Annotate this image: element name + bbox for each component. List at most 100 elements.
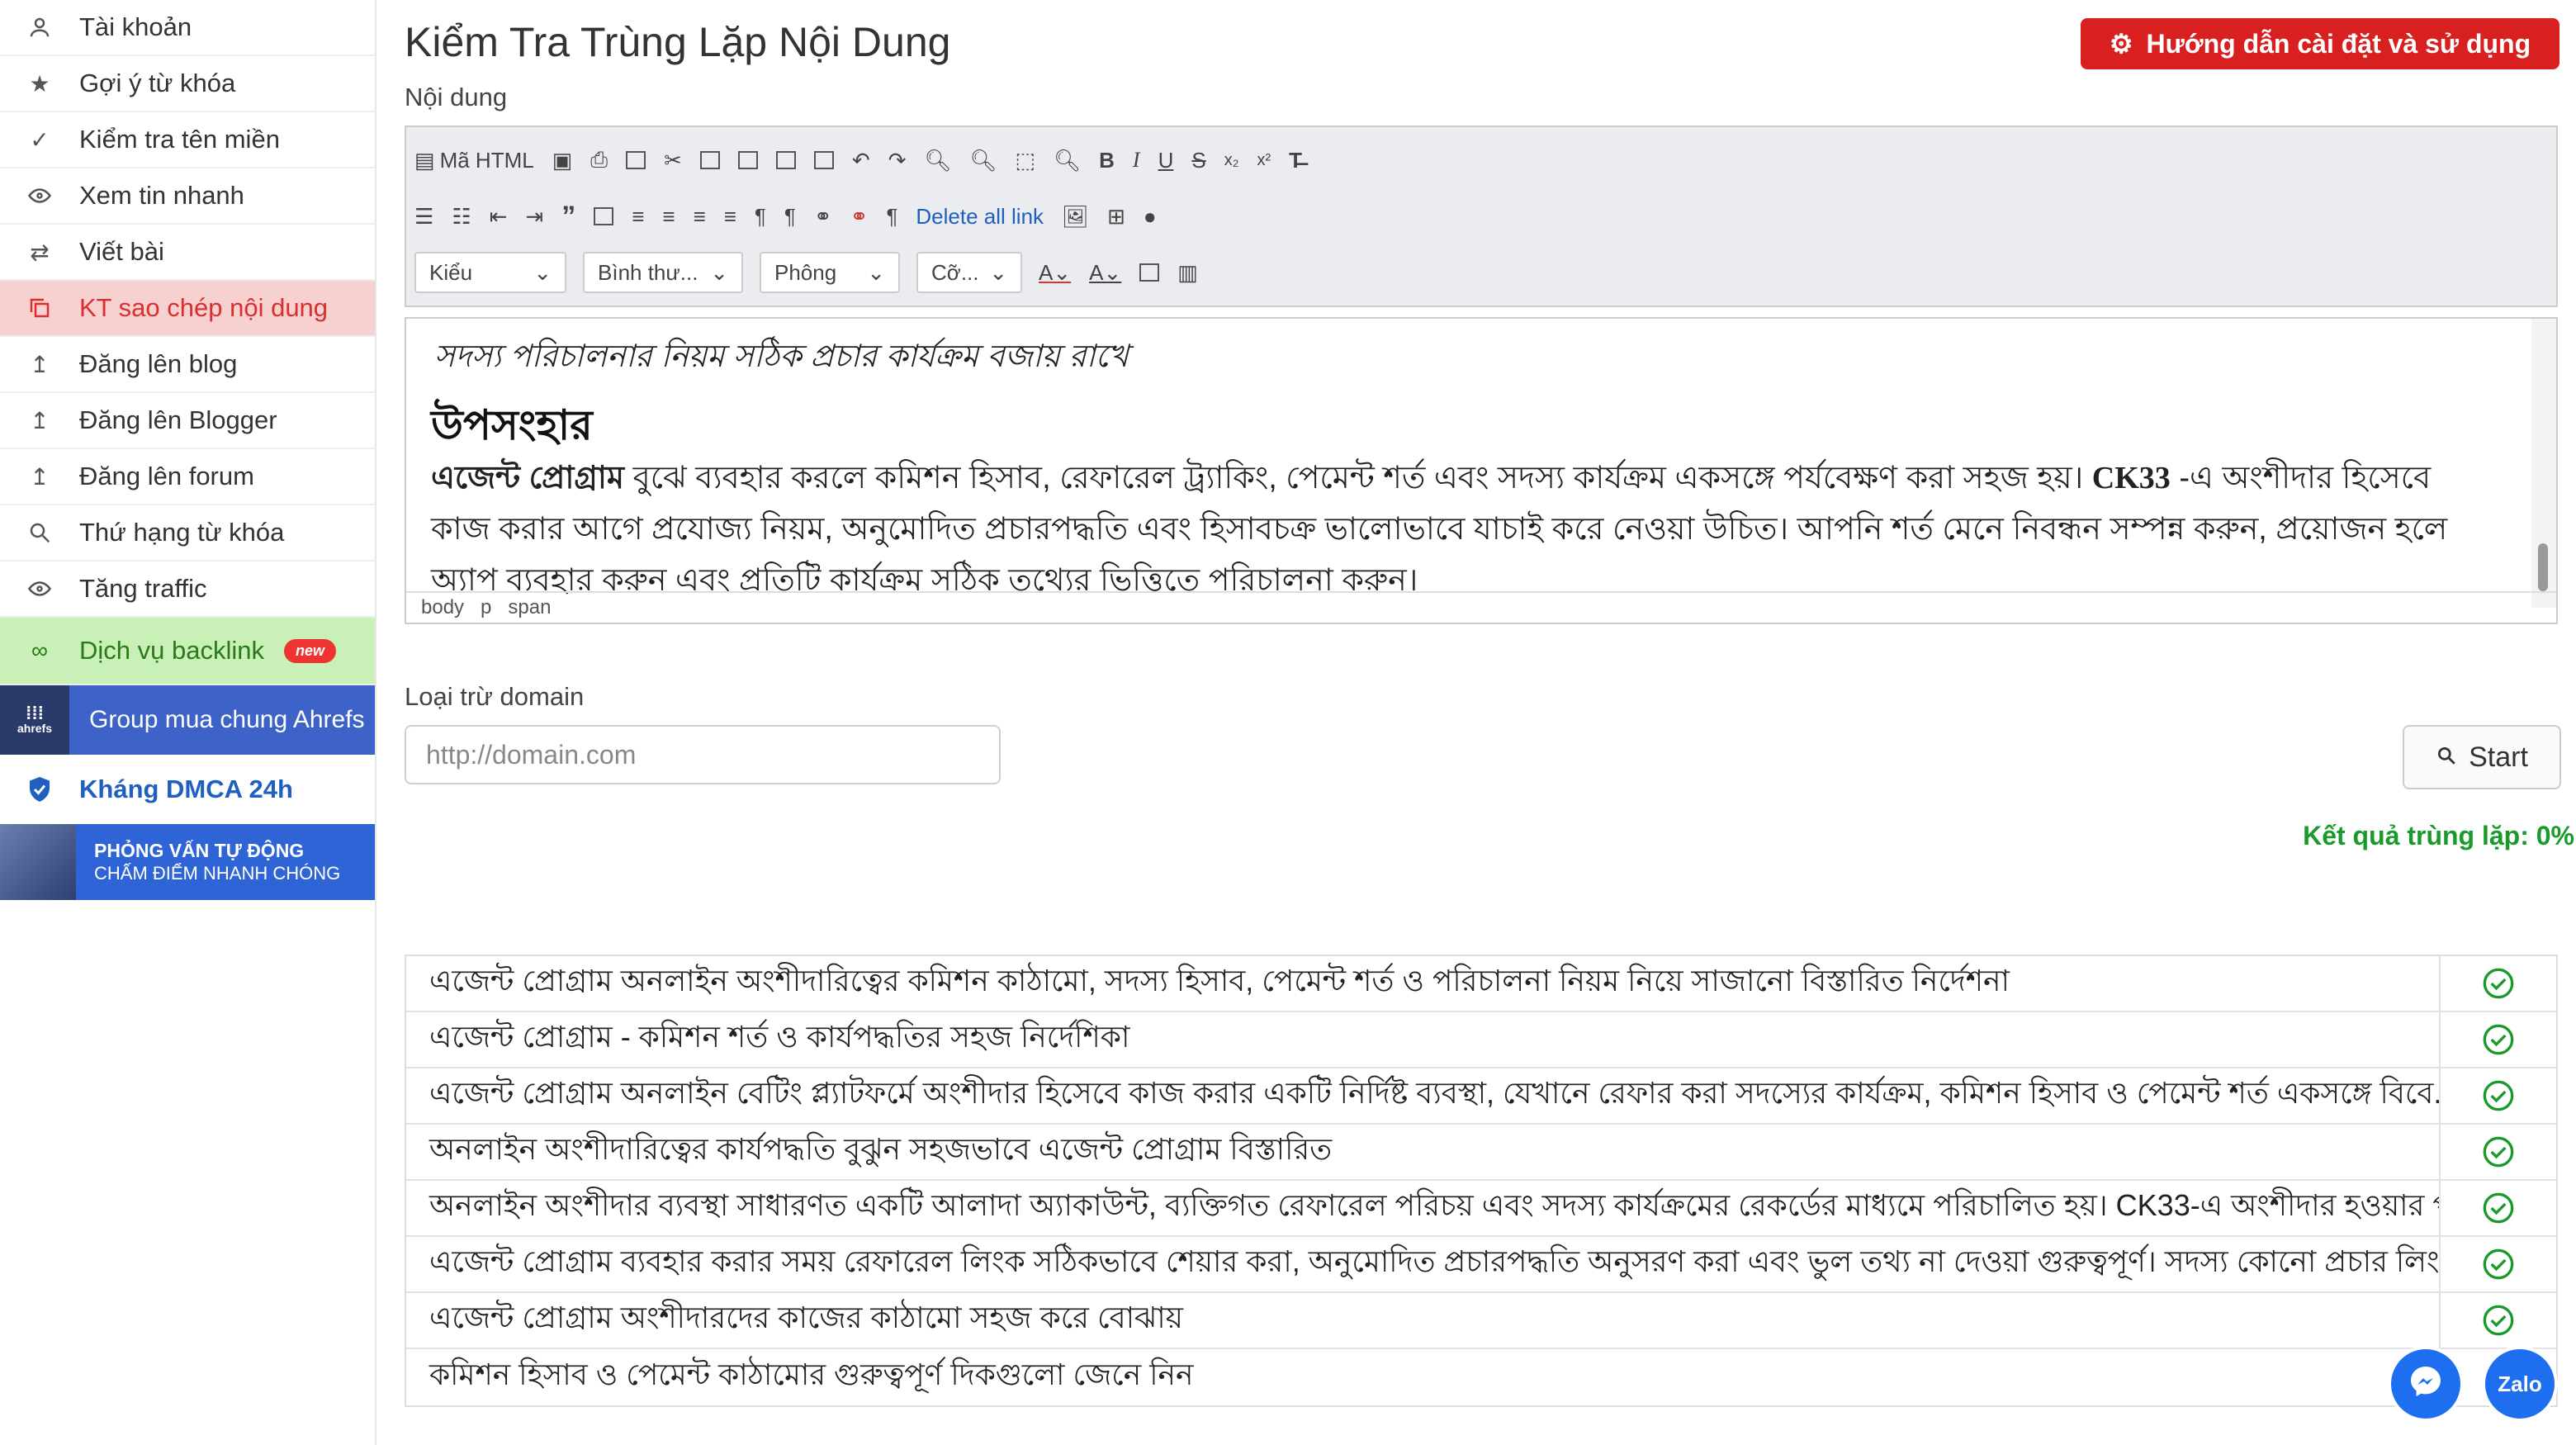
sidebar-item-post-blog[interactable]: ↥ Đăng lên blog [0, 337, 375, 393]
style-select[interactable]: Kiểu ⌄ [414, 252, 566, 293]
table-row[interactable]: এজেন্ট প্রোগ্রাম - কমিশন শর্ত ও কার্যপদ্… [406, 1012, 2556, 1068]
table-row[interactable]: এজেন্ট প্রোগ্রাম ব্যবহার করার সময় রেফার… [406, 1237, 2556, 1293]
sidebar-item-backlink[interactable]: ∞ Dịch vụ backlink new [0, 618, 375, 685]
italic-button[interactable]: I [1133, 148, 1140, 173]
source-button[interactable]: ▤ Mã HTML [414, 148, 534, 173]
sidebar-ahrefs-group[interactable]: ⁞⁞⁞ ahrefs Group mua chung Ahrefs [0, 685, 375, 755]
banner-line1: PHỎNG VẤN TỰ ĐỘNG [94, 840, 305, 861]
sidebar-item-quick-news[interactable]: Xem tin nhanh [0, 168, 375, 225]
guide-button[interactable]: ⚙ Hướng dẫn cài đặt và sử dụng [2081, 18, 2559, 69]
align-left-icon[interactable]: ≡ [632, 204, 644, 230]
spellcheck-icon[interactable]: 🔍︎ [1054, 148, 1081, 173]
table-icon[interactable]: ⊞ [1107, 204, 1125, 230]
sidebar-item-write-post[interactable]: ⇄ Viết bài [0, 225, 375, 281]
align-right-icon[interactable]: ≡ [694, 204, 706, 230]
find-icon[interactable]: 🔍︎ [924, 148, 951, 173]
scrollbar-thumb[interactable] [2538, 543, 2548, 591]
outdent-icon[interactable]: ⇤ [490, 204, 508, 230]
result-text: অনলাইন অংশীদার ব্যবস্থা সাধারণত একটি আলা… [429, 1188, 2439, 1222]
check-circle-icon [2439, 1237, 2556, 1291]
sidebar-item-keyword-suggest[interactable]: ★ Gợi ý từ khóa [0, 56, 375, 112]
star-icon: ★ [29, 70, 50, 97]
bg-color-icon[interactable]: A⌄ [1089, 260, 1121, 286]
delete-all-link-button[interactable]: Delete all link [916, 204, 1044, 230]
ltr-icon[interactable]: ¶ [755, 204, 766, 230]
div-button[interactable] [594, 207, 614, 225]
start-button[interactable]: Start [2403, 725, 2561, 789]
undo-icon[interactable]: ↶ [852, 148, 870, 173]
cut-icon[interactable]: ✂ [664, 148, 682, 173]
info-icon[interactable]: ● [1144, 204, 1157, 230]
size-select[interactable]: Cỡ... ⌄ [916, 252, 1022, 293]
anchor-icon[interactable]: ¶ [886, 204, 897, 230]
table-row[interactable]: এজেন্ট প্রোগ্রাম অনলাইন বেটিং প্ল্যাটফর্… [406, 1068, 2556, 1125]
path-p[interactable]: p [481, 596, 491, 619]
messenger-button[interactable] [2388, 1346, 2464, 1422]
sidebar-item-traffic[interactable]: Tăng traffic [0, 561, 375, 618]
result-text: এজেন্ট প্রোগ্রাম অংশীদারদের কাজের কাঠামো… [429, 1300, 1183, 1334]
path-body[interactable]: body [421, 596, 464, 619]
zalo-button[interactable]: Zalo [2482, 1346, 2558, 1422]
editor-scrollbar[interactable] [2531, 319, 2556, 608]
path-span[interactable]: span [508, 596, 551, 619]
paste-text-button[interactable] [775, 151, 796, 169]
bullet-list-icon[interactable]: ☷ [452, 204, 471, 230]
rtl-icon[interactable]: ¶ [784, 204, 796, 230]
content-editor[interactable]: সদস্য পরিচালনার নিয়ম সঠিক প্রচার কার্যক… [405, 317, 2558, 624]
template-button[interactable] [626, 151, 646, 169]
document-icon: ▤ [414, 147, 435, 173]
strike-button[interactable]: S [1191, 148, 1205, 173]
clear-format-icon[interactable]: T̶ [1289, 148, 1302, 173]
indent-icon[interactable]: ⇥ [525, 204, 543, 230]
upload-icon: ↥ [30, 463, 50, 490]
blockquote-icon[interactable]: ” [561, 201, 575, 233]
print-button[interactable]: ⎙ [590, 147, 608, 173]
bold-button[interactable]: B [1099, 148, 1115, 173]
format-select[interactable]: Bình thư... ⌄ [583, 252, 743, 293]
result-text: কমিশন হিসাব ও পেমেন্ট কাঠামোর গুরুত্বপূর… [429, 1357, 1194, 1391]
link-icon[interactable]: ⚭ [814, 204, 832, 230]
exclude-domain-input[interactable] [405, 725, 1001, 784]
sidebar-item-post-blogger[interactable]: ↥ Đăng lên Blogger [0, 393, 375, 449]
show-blocks-icon[interactable]: ▥ [1177, 260, 1198, 286]
align-justify-icon[interactable]: ≡ [724, 204, 736, 230]
content-label: Nội dung [405, 83, 508, 111]
font-select-value: Phông [774, 259, 837, 285]
select-all-icon[interactable]: ⬚ [1016, 148, 1036, 173]
table-row[interactable]: অনলাইন অংশীদারিত্বের কার্যপদ্ধতি বুঝুন স… [406, 1125, 2556, 1181]
redo-icon[interactable]: ↷ [888, 148, 907, 173]
superscript-button[interactable]: x² [1257, 151, 1271, 170]
numbered-list-icon[interactable]: ☰ [414, 204, 433, 230]
maximize-button[interactable] [1139, 263, 1160, 282]
sidebar-item-domain-check[interactable]: ✓ Kiểm tra tên miền [0, 112, 375, 168]
sidebar-interview-banner[interactable]: PHỎNG VẤN TỰ ĐỘNG CHẤM ĐIỂM NHANH CHÓNG [0, 824, 375, 900]
font-select[interactable]: Phông ⌄ [760, 252, 900, 293]
result-text: এজেন্ট প্রোগ্রাম অনলাইন অংশীদারিত্বের কম… [429, 964, 2010, 997]
table-row[interactable]: অনলাইন অংশীদার ব্যবস্থা সাধারণত একটি আলা… [406, 1181, 2556, 1237]
check-circle-icon [2439, 1181, 2556, 1235]
sidebar-item-account[interactable]: Tài khoản [0, 0, 375, 56]
align-center-icon[interactable]: ≡ [662, 204, 675, 230]
preview-button[interactable]: ▣ [552, 148, 573, 173]
sidebar-item-copy-check[interactable]: KT sao chép nội dung [0, 281, 375, 337]
table-row[interactable]: কমিশন হিসাব ও পেমেন্ট কাঠামোর গুরুত্বপূর… [406, 1349, 2556, 1405]
result-text: অনলাইন অংশীদারিত্বের কার্যপদ্ধতি বুঝুন স… [429, 1132, 1333, 1166]
sidebar-item-keyword-rank[interactable]: Thứ hạng từ khóa [0, 505, 375, 561]
subscript-button[interactable]: x₂ [1224, 151, 1239, 170]
duplicate-result: Kết quả trùng lặp: 0% [2303, 821, 2574, 850]
sidebar: Tài khoản ★ Gợi ý từ khóa ✓ Kiểm tra tên… [0, 0, 376, 1445]
image-icon[interactable]: 🖼︎ [1062, 204, 1089, 230]
copy-button[interactable] [699, 151, 720, 169]
paste-word-button[interactable] [813, 151, 834, 169]
text-color-icon[interactable]: A⌄ [1039, 260, 1071, 286]
sidebar-dmca[interactable]: Kháng DMCA 24h [0, 755, 375, 824]
unlink-icon[interactable]: ⚭ [850, 204, 869, 230]
ahrefs-label: Group mua chung Ahrefs [89, 706, 365, 733]
underline-button[interactable]: U [1158, 148, 1174, 173]
editor-status-path: body p span [406, 591, 2556, 623]
replace-icon[interactable]: 🔍︎ [970, 148, 997, 173]
table-row[interactable]: এজেন্ট প্রোগ্রাম অংশীদারদের কাজের কাঠামো… [406, 1293, 2556, 1349]
sidebar-item-post-forum[interactable]: ↥ Đăng lên forum [0, 449, 375, 505]
paste-button[interactable] [737, 151, 758, 169]
table-row[interactable]: এজেন্ট প্রোগ্রাম অনলাইন অংশীদারিত্বের কম… [406, 956, 2556, 1012]
